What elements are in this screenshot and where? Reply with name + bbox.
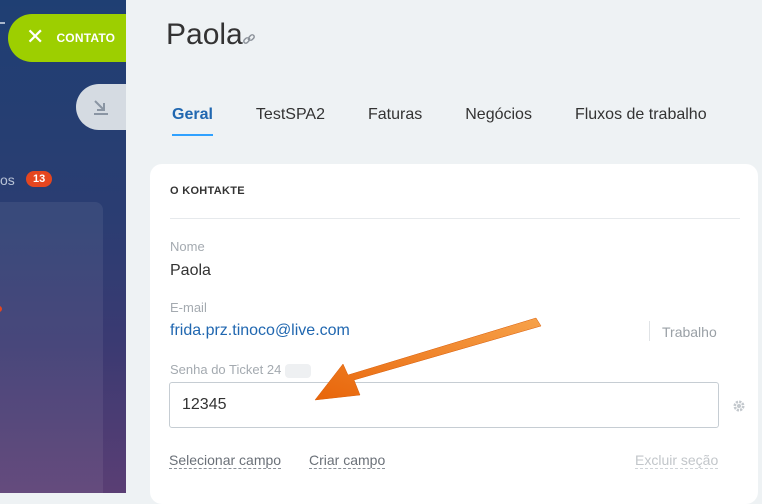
collapse-button[interactable]: [76, 84, 126, 130]
tab-geral[interactable]: Geral: [172, 106, 213, 136]
contact-close-button[interactable]: ✕ CONTATO: [8, 14, 126, 62]
main-area: Paola Geral TestSPA2 Faturas Negócios Fl…: [126, 0, 762, 504]
left-section-label: os: [0, 172, 15, 188]
page-title: Paola: [166, 18, 243, 51]
tab-faturas[interactable]: Faturas: [368, 106, 422, 136]
left-stub: [0, 22, 5, 24]
tab-fluxos-de-trabalho[interactable]: Fluxos de trabalho: [575, 106, 707, 136]
blurred-text: [285, 363, 312, 378]
create-field-link[interactable]: Criar campo: [309, 452, 386, 469]
section-title: O KOHTAKTE: [170, 185, 245, 197]
email-label: E-mail: [170, 300, 207, 315]
delete-section-link[interactable]: Excluir seção: [635, 452, 719, 469]
tab-bar: Geral TestSPA2 Faturas Negócios Fluxos d…: [172, 106, 750, 136]
ticket-password-input[interactable]: 12345: [169, 382, 719, 428]
ticket-value: 12345: [182, 396, 227, 413]
select-field-link[interactable]: Selecionar campo: [169, 452, 282, 469]
minimize-arrow-icon: [94, 100, 108, 115]
tab-testspa2[interactable]: TestSPA2: [256, 106, 325, 136]
name-value[interactable]: Paola: [170, 262, 211, 280]
gear-icon[interactable]: [732, 399, 746, 413]
section-divider: [170, 218, 740, 219]
email-type-label: Trabalho: [662, 324, 717, 340]
left-card: [0, 202, 103, 493]
name-label: Nome: [170, 239, 205, 254]
email-link[interactable]: frida.prz.tinoco@live.com: [170, 322, 350, 340]
tab-negocios[interactable]: Negócios: [465, 106, 532, 136]
email-type-divider: [649, 321, 650, 341]
link-icon[interactable]: [242, 32, 256, 46]
counter-badge: 13: [26, 171, 53, 187]
ticket-label: Senha do Ticket 24: [170, 362, 312, 378]
close-icon: ✕: [26, 25, 45, 50]
contact-button-label: CONTATO: [56, 31, 116, 45]
ticket-label-text: Senha do Ticket 24: [170, 362, 282, 377]
left-panel: ✕ CONTATO os 13: [0, 0, 126, 493]
contact-section-panel: O KOHTAKTE Nome Paola E-mail frida.prz.t…: [150, 164, 758, 504]
